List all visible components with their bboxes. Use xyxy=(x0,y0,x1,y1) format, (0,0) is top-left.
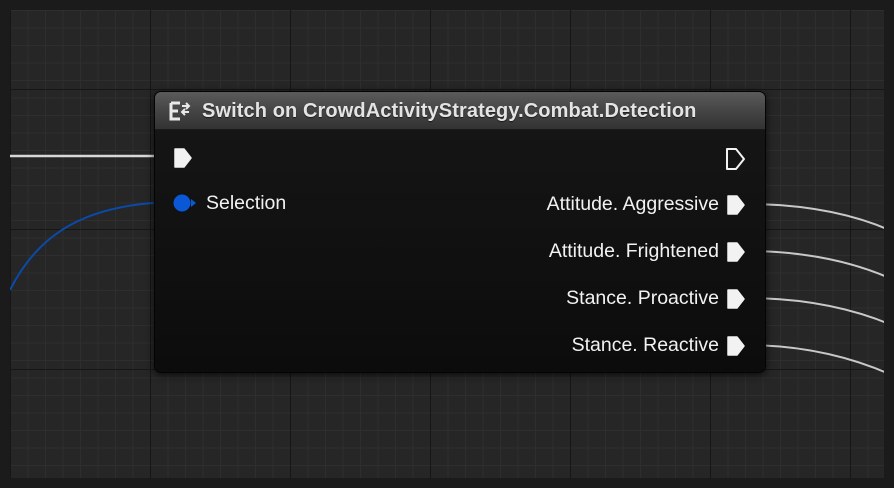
case-wire-stance-reactive[interactable] xyxy=(744,344,894,377)
selection-input-wire[interactable] xyxy=(9,201,169,291)
case-label-attitude-frightened: Attitude. Frightened xyxy=(548,240,719,262)
case-pin-attitude-frightened[interactable] xyxy=(726,241,748,263)
node-title: Switch on CrowdActivityStrategy.Combat.D… xyxy=(202,100,697,122)
case-label-stance-reactive: Stance. Reactive xyxy=(571,334,719,356)
case-pin-attitude-aggressive[interactable] xyxy=(726,194,748,216)
selection-pin-label: Selection xyxy=(206,192,287,214)
selection-enum-pin[interactable] xyxy=(172,193,198,213)
case-pin-stance-proactive[interactable] xyxy=(726,288,748,310)
case-wire-attitude-frightened[interactable] xyxy=(744,250,894,281)
case-label-attitude-aggressive: Attitude. Aggressive xyxy=(546,193,719,215)
case-pin-stance-reactive[interactable] xyxy=(726,335,748,357)
switch-enum-icon xyxy=(169,101,191,121)
case-wire-attitude-aggressive[interactable] xyxy=(744,203,894,233)
exec-input-pin[interactable] xyxy=(173,147,193,169)
node-header[interactable]: Switch on CrowdActivityStrategy.Combat.D… xyxy=(155,92,765,130)
case-wire-stance-proactive[interactable] xyxy=(744,297,894,327)
exec-output-pin[interactable] xyxy=(725,147,747,171)
case-label-stance-proactive: Stance. Proactive xyxy=(566,287,719,309)
switch-on-enum-node[interactable]: Switch on CrowdActivityStrategy.Combat.D… xyxy=(154,91,766,373)
